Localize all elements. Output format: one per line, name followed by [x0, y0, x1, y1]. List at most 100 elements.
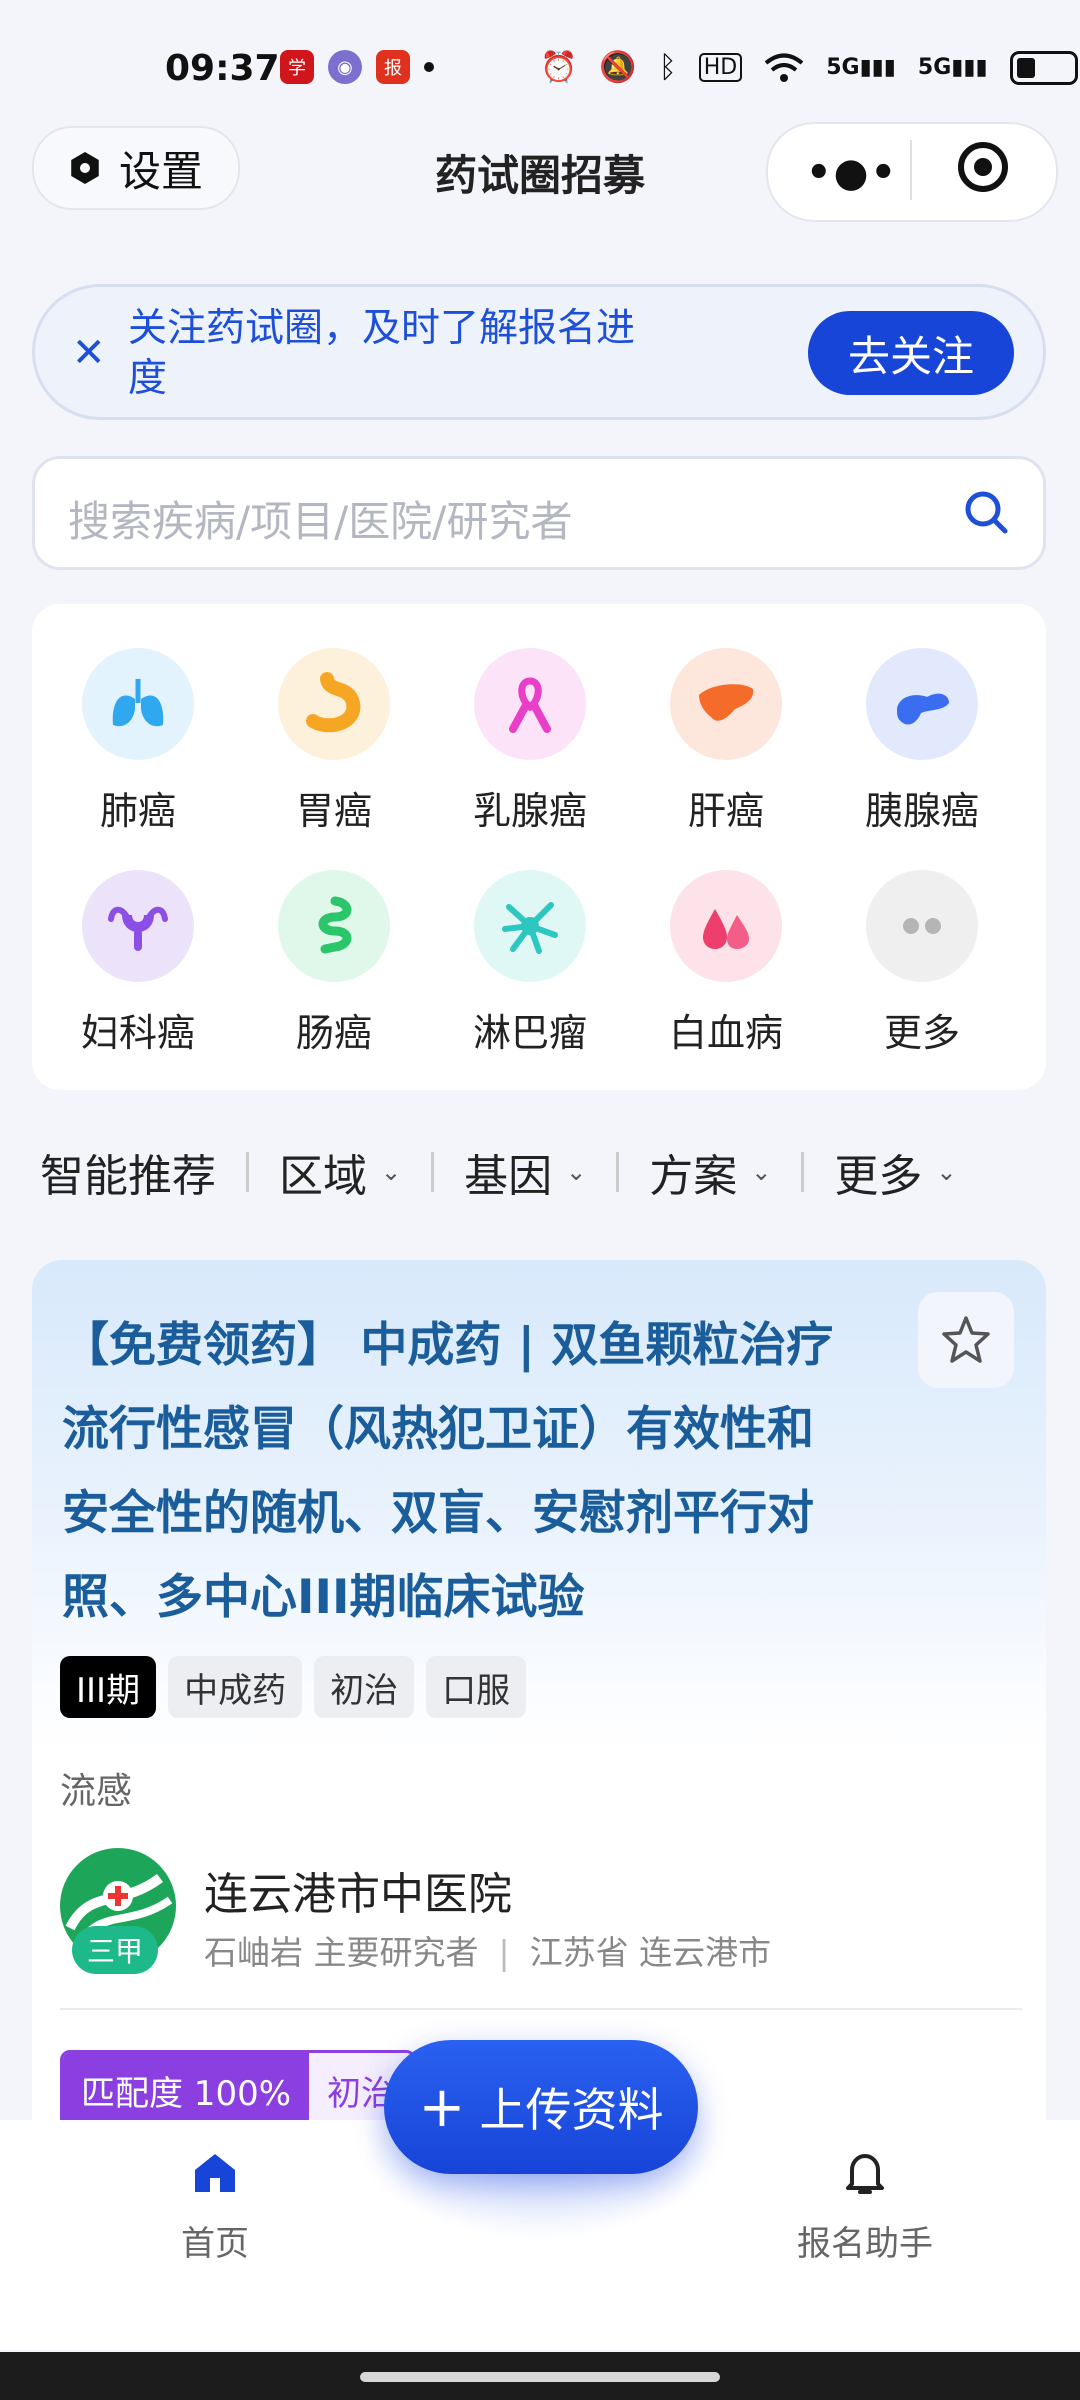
- bluetooth-icon: ᛒ: [658, 50, 677, 85]
- filter-divider: [616, 1152, 620, 1192]
- category-stomach-cancer[interactable]: 胃癌: [236, 648, 432, 835]
- trial-disease: 流感: [60, 1771, 133, 1812]
- trial-title[interactable]: 【免费领药】 中成药 | 双鱼颗粒治疗流行性感冒（风热犯卫证）有效性和安全性的随…: [62, 1304, 852, 1640]
- search-icon[interactable]: [962, 488, 1010, 536]
- category-label: 肺癌: [99, 789, 176, 833]
- status-right-icons: ⏰ 🔕 ᛒ HD 5G▮▮▮ 5G▮▮▮: [540, 50, 1078, 85]
- category-label: 胃癌: [295, 789, 372, 833]
- filter-label: 区域: [279, 1151, 367, 1202]
- close-icon[interactable]: ✕: [72, 330, 106, 376]
- category-pancreatic-cancer[interactable]: 胰腺癌: [824, 648, 1020, 835]
- plus-icon: +: [418, 2074, 466, 2140]
- ribbon-icon: [474, 648, 586, 760]
- tag-drug-type: 中成药: [168, 1656, 303, 1718]
- category-liver-cancer[interactable]: 肝癌: [628, 648, 824, 835]
- researcher: 石岫岩 主要研究者: [204, 1933, 479, 1972]
- filter-gene[interactable]: 基因 ⌄: [464, 1140, 586, 1204]
- intestine-icon: [278, 870, 390, 982]
- filter-label: 方案: [649, 1151, 738, 1202]
- filter-more[interactable]: 更多 ⌄: [834, 1140, 956, 1204]
- blood-drops-icon: [670, 870, 782, 982]
- notification-dot-icon: [424, 62, 434, 72]
- info-separator: |: [498, 1933, 510, 1972]
- chevron-down-icon: ⌄: [381, 1158, 402, 1186]
- filter-region[interactable]: 区域 ⌄: [279, 1140, 401, 1204]
- category-label: 淋巴瘤: [472, 1011, 587, 1055]
- category-breast-cancer[interactable]: 乳腺癌: [432, 648, 628, 835]
- category-colorectal-cancer[interactable]: 肠癌: [236, 870, 432, 1057]
- category-more[interactable]: 更多: [824, 870, 1020, 1057]
- category-label: 更多: [883, 1011, 960, 1055]
- nav-home[interactable]: 首页: [150, 2148, 280, 2265]
- match-badge: 匹配度 100% 初治: [60, 2050, 417, 2130]
- chevron-down-icon: ⌄: [936, 1158, 957, 1186]
- stomach-icon: [278, 648, 390, 760]
- signal-icon: 5G▮▮▮: [826, 55, 896, 80]
- card-divider: [60, 2008, 1022, 2010]
- filter-divider: [431, 1152, 435, 1192]
- filter-bar: 智能推荐 区域 ⌄ 基因 ⌄ 方案 ⌄ 更多 ⌄: [40, 1140, 1050, 1204]
- more-dots-icon: [866, 870, 978, 982]
- search-placeholder: 搜索疾病/项目/医院/研究者: [68, 497, 573, 546]
- close-miniprogram-icon[interactable]: [958, 142, 1008, 192]
- nav-assistant-label: 报名助手: [797, 2224, 933, 2264]
- category-lymphoma[interactable]: 淋巴瘤: [432, 870, 628, 1057]
- alarm-icon: ⏰: [540, 50, 578, 85]
- signal-icon-2: 5G▮▮▮: [917, 55, 988, 80]
- trial-tags: III期 中成药 初治 口服: [60, 1656, 527, 1718]
- home-icon: [195, 2154, 235, 2192]
- filter-divider: [246, 1152, 249, 1192]
- tag-treatment: 初治: [314, 1656, 415, 1718]
- hospital-grade-badge: 三甲: [72, 1926, 158, 1974]
- filter-divider: [801, 1152, 805, 1192]
- upload-button[interactable]: + 上传资料: [384, 2040, 698, 2174]
- category-label: 肝癌: [687, 789, 764, 833]
- upload-label: 上传资料: [479, 2083, 664, 2137]
- nav-home-label: 首页: [181, 2224, 249, 2264]
- filter-recommend[interactable]: 智能推荐: [40, 1140, 216, 1204]
- category-leukemia[interactable]: 白血病: [628, 870, 824, 1057]
- hospital-details: 石岫岩 主要研究者 | 江苏省 连云港市: [204, 1926, 771, 1974]
- category-label: 白血病: [668, 1011, 783, 1055]
- filter-label: 更多: [834, 1151, 923, 1202]
- match-score: 匹配度 100%: [63, 2053, 310, 2127]
- news-app-icon: 报: [376, 50, 410, 84]
- filter-label: 基因: [464, 1151, 553, 1202]
- home-indicator[interactable]: [360, 2372, 720, 2382]
- category-label: 肠癌: [295, 1011, 372, 1055]
- star-icon: [942, 1316, 990, 1363]
- study-app-icon: 学: [280, 50, 314, 84]
- mute-icon: 🔕: [599, 50, 637, 85]
- favorite-button[interactable]: [918, 1292, 1014, 1388]
- status-time: 09:37: [165, 48, 280, 89]
- chevron-down-icon: ⌄: [566, 1158, 587, 1186]
- tag-phase: III期: [60, 1656, 157, 1718]
- browser-app-icon: ◉: [328, 50, 362, 84]
- lymph-icon: [474, 870, 586, 982]
- category-label: 胰腺癌: [864, 789, 979, 833]
- hd-icon: HD: [698, 53, 743, 82]
- uterus-icon: [82, 870, 194, 982]
- battery-icon: [1009, 50, 1078, 85]
- capsule-divider: [910, 140, 912, 200]
- nav-assistant[interactable]: 报名助手: [780, 2148, 950, 2265]
- filter-label: 智能推荐: [40, 1151, 216, 1202]
- category-grid: 肺癌 胃癌 乳腺癌 肝癌 胰腺癌 妇科癌 肠癌 淋巴瘤 白血病 更多: [32, 604, 1046, 1090]
- liver-icon: [670, 648, 782, 760]
- pancreas-icon: [866, 648, 978, 760]
- follow-banner-text: 关注药试圈，及时了解报名进度: [128, 306, 636, 401]
- more-options-icon[interactable]: •●•: [806, 150, 898, 196]
- category-label: 乳腺癌: [472, 789, 587, 833]
- lungs-icon: [82, 648, 194, 760]
- category-lung-cancer[interactable]: 肺癌: [40, 648, 236, 835]
- wifi-icon: [764, 53, 804, 82]
- follow-button[interactable]: 去关注: [808, 311, 1014, 395]
- tag-route: 口服: [426, 1656, 527, 1718]
- hospital-name: 连云港市中医院: [204, 1869, 512, 1920]
- category-gynecologic-cancer[interactable]: 妇科癌: [40, 870, 236, 1057]
- category-label: 妇科癌: [80, 1011, 195, 1055]
- filter-plan[interactable]: 方案 ⌄: [649, 1140, 771, 1204]
- status-app-icons: 学 ◉ 报: [280, 50, 434, 84]
- location: 江苏省 连云港市: [529, 1933, 772, 1972]
- bell-icon: [846, 2154, 884, 2194]
